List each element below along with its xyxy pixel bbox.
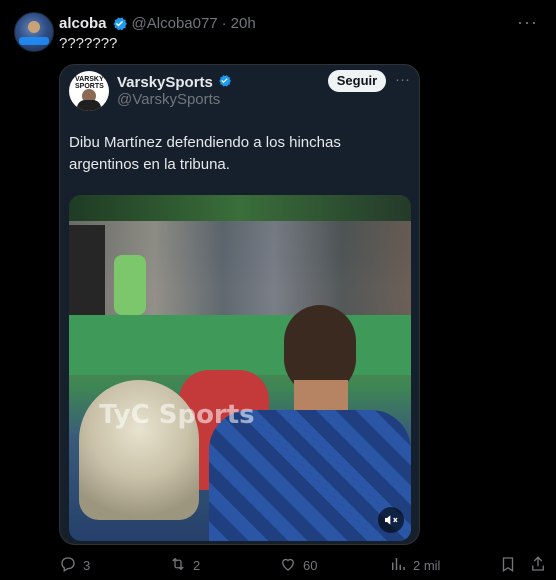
quoted-tweet[interactable]: VARSKY SPORTS VarskySports @VarskySports…	[59, 64, 420, 545]
tweet-time[interactable]: 20h	[231, 15, 256, 32]
author-handle[interactable]: @Alcoba077	[132, 15, 218, 32]
reply-count: 3	[83, 557, 91, 573]
video-player[interactable]: TyC Sports	[69, 195, 411, 541]
like-icon	[279, 555, 297, 576]
video-person	[114, 255, 146, 315]
tweet-text: ???????	[59, 35, 118, 52]
follow-button[interactable]: Seguir	[328, 70, 386, 92]
verified-badge-icon	[111, 15, 128, 32]
reply-icon	[59, 555, 77, 576]
more-icon[interactable]: ···	[517, 12, 538, 33]
quoted-author-name: VarskySports	[117, 74, 213, 91]
separator-dot: ·	[221, 14, 227, 32]
like-count: 60	[303, 557, 318, 573]
retweet-button[interactable]: 2	[169, 555, 200, 575]
bookmark-icon	[499, 555, 517, 576]
verified-badge-icon	[217, 73, 232, 92]
avatar-figure-head	[28, 21, 40, 33]
views-count: 2 mil	[413, 557, 441, 573]
video-stadium-roof	[69, 195, 411, 221]
video-banner	[69, 315, 411, 375]
quoted-tweet-text: Dibu Martínez defendiendo a los hinchas …	[69, 134, 341, 173]
avatar-figure-bar	[19, 37, 49, 45]
retweet-count: 2	[193, 557, 201, 573]
tweet[interactable]: alcoba @Alcoba077 · 20h ··· ??????? VARS…	[0, 0, 556, 580]
share-icon	[529, 555, 547, 576]
views-icon	[389, 555, 407, 576]
views-button[interactable]: 2 mil	[389, 555, 440, 575]
video-person	[69, 225, 105, 325]
like-button[interactable]: 60	[279, 555, 317, 575]
quoted-author-handle[interactable]: @VarskySports	[117, 91, 220, 108]
action-bar: 3 2 60 2 mil	[59, 555, 549, 575]
retweet-icon	[169, 555, 187, 576]
author-avatar[interactable]	[14, 12, 54, 52]
avatar-logo-text: VARSKY SPORTS	[75, 76, 104, 90]
quoted-author-name-row[interactable]: VarskySports	[117, 73, 232, 92]
video-watermark: TyC Sports	[99, 400, 255, 430]
tweet-header: alcoba @Alcoba077 · 20h	[59, 13, 546, 33]
mute-icon[interactable]	[378, 507, 404, 533]
more-icon[interactable]: ···	[395, 71, 410, 88]
avatar-body	[77, 100, 101, 111]
author-name[interactable]: alcoba	[59, 15, 107, 32]
share-button[interactable]	[529, 555, 547, 575]
bookmark-button[interactable]	[499, 555, 517, 575]
quoted-author-avatar[interactable]: VARSKY SPORTS	[69, 71, 109, 111]
reply-button[interactable]: 3	[59, 555, 90, 575]
